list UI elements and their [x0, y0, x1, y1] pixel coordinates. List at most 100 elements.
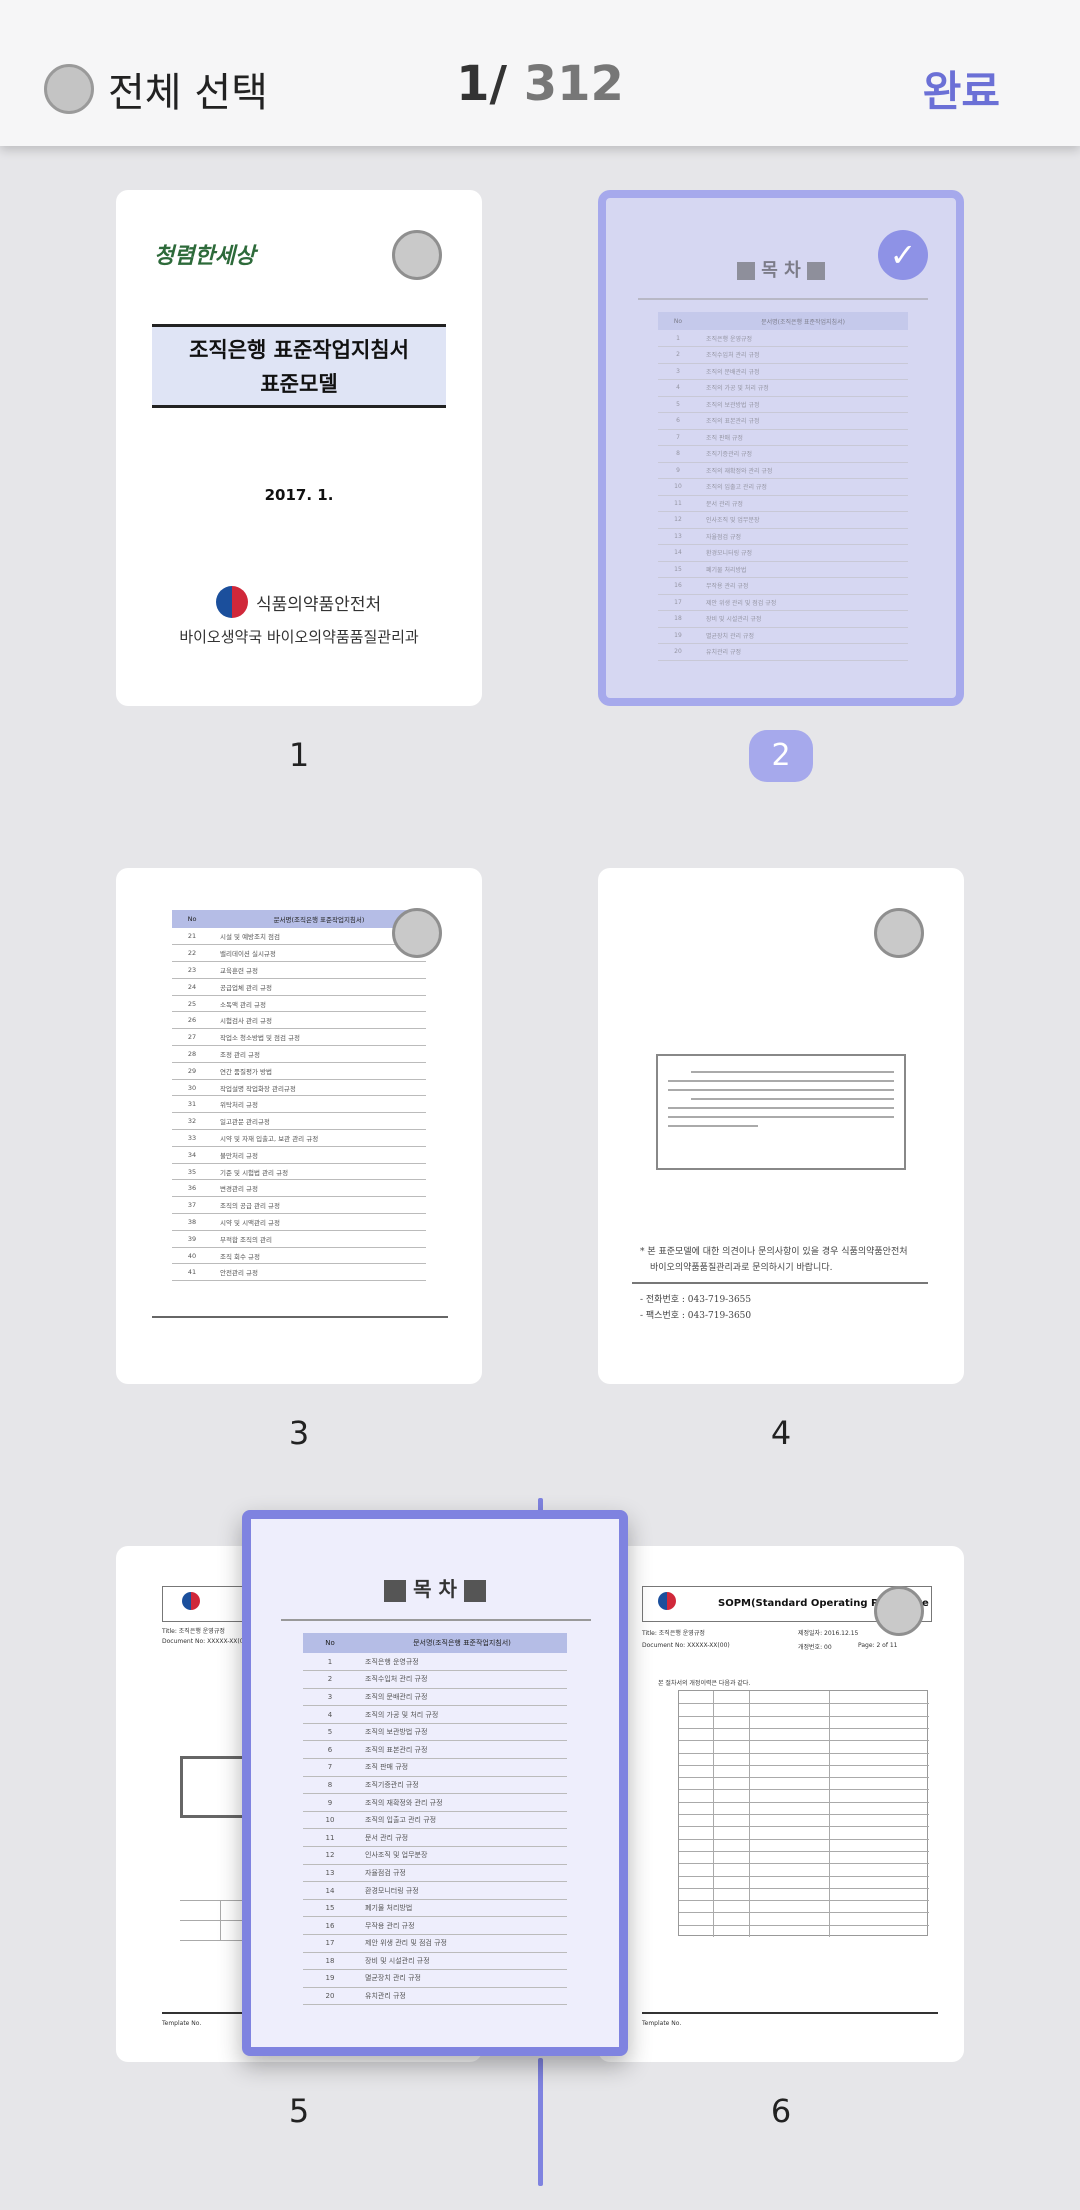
toc-row-number: 3 — [303, 1688, 357, 1707]
toc-row: 14 환경모니터링 규정 — [303, 1881, 567, 1900]
toc-row-title: 문서 관리 규정 — [698, 495, 908, 512]
toc-row-number: 38 — [172, 1213, 212, 1231]
toc-row: 1 조직은행 운영규정 — [658, 330, 908, 347]
toc-row-number: 31 — [172, 1095, 212, 1114]
toc-row-number: 32 — [172, 1112, 212, 1131]
toc-row: 12 인사조직 및 업무분장 — [303, 1846, 567, 1865]
toc-row: 3 조직의 문배관리 규정 — [303, 1688, 567, 1707]
done-button[interactable]: 완료 — [923, 58, 1000, 119]
page-select-circle-icon[interactable] — [392, 908, 442, 958]
sop-history-note: 본 절차서의 개정이력은 다음과 같다. — [658, 1680, 751, 1687]
notice-box — [656, 1054, 906, 1170]
toc-row-number: 25 — [172, 995, 212, 1013]
toc-row-number: 18 — [303, 1952, 357, 1971]
toc-row: 7 조직 판매 규정 — [303, 1758, 567, 1777]
toc-table: No 문서명(조직은행 표준작업지침서) 1 조직은행 운영규정 2 조직수입처 관리 … — [658, 312, 908, 661]
toc-row: 8 조직기증관리 규정 — [303, 1776, 567, 1795]
toc-row-number: 12 — [303, 1846, 357, 1865]
toc-row-number: 1 — [658, 330, 698, 347]
toc-row-number: 33 — [172, 1129, 212, 1147]
mfds-emblem-icon — [182, 1592, 200, 1610]
toc-row-title: 조직의 표본관리 규정 — [357, 1740, 567, 1760]
toc-row: 18 장비 및 시설관리 규정 — [658, 610, 908, 628]
sop-effective-label: 제정일자: 2016.12.15 — [798, 1630, 859, 1637]
toc-row-number: 37 — [172, 1196, 212, 1215]
toc-row-number: 4 — [303, 1705, 357, 1724]
toc-row: 30 작업설명 작업화장 관리규정 — [172, 1079, 426, 1097]
mfds-emblem-icon — [658, 1592, 676, 1610]
toc-row-title: 불만처리 규정 — [212, 1146, 426, 1164]
toc-row-number: 10 — [658, 478, 698, 496]
toc-row: 16 무작용 관리 규정 — [658, 577, 908, 595]
total-pages: 312 — [523, 56, 624, 112]
toc-row: 17 제안 위생 관리 및 점검 규정 — [303, 1934, 567, 1953]
toc-row-title: 조직의 보관방법 규정 — [357, 1723, 567, 1742]
toc-row-title: 공급업체 관리 규정 — [212, 978, 426, 996]
toc-row-number: 2 — [658, 346, 698, 364]
toc-row-title: 조직의 가공 및 처리 규정 — [698, 379, 908, 397]
sop-footer: Template No. — [642, 2020, 682, 2027]
toc-row: 12 인사조직 및 업무분장 — [658, 511, 908, 529]
page-thumbnail-1[interactable]: 청렴한세상 조직은행 표준작업지침서 표준모델 2017. 1. 식품의약품안전… — [116, 190, 482, 706]
toc-row-title: 제안 위생 관리 및 점검 규정 — [698, 594, 908, 611]
toc-row: 5 조직의 보관방법 규정 — [303, 1723, 567, 1742]
toc-row-title: 조직의 보관방법 규정 — [698, 396, 908, 413]
page-number-label: 4 — [770, 1414, 792, 1452]
page-select-circle-icon[interactable] — [874, 908, 924, 958]
toc-row-number: 19 — [658, 627, 698, 644]
toc-row-number: 36 — [172, 1179, 212, 1198]
notice-line-1: * 본 표준모델에 대한 의견이나 문의사항이 있을 경우 식품의약품안전처 — [640, 1247, 908, 1257]
doc-title-line1: 조직은행 표준작업지침서 — [189, 338, 409, 362]
toc-row-title: 멸균장치 관리 규정 — [357, 1969, 567, 1988]
dragged-page-thumbnail[interactable]: 목 차 No 문서명(조직은행 표준작업지침서) 1 조직은행 운영규정 2 조직수입처… — [242, 1510, 628, 2056]
page-thumbnail-6[interactable]: SOPM(Standard Operating Procedure Title:… — [598, 1546, 964, 2062]
page-select-circle-icon[interactable] — [874, 1586, 924, 1636]
page-thumbnail-3[interactable]: No 문서명(조직은행 표준작업지침서) 21 시설 및 예방조치 점검 22 밸리데이… — [116, 868, 482, 1384]
department-name: 바이오생약국 바이오의약품품질관리과 — [179, 628, 419, 646]
toc-row-title: 조직기증관리 규정 — [357, 1776, 567, 1795]
toc-row-number: 10 — [303, 1811, 357, 1830]
toc-row-title: 조직의 재확정와 관리 규정 — [698, 462, 908, 479]
toc-row-title: 환경모니터링 규정 — [698, 544, 908, 562]
toc-row-number: 30 — [172, 1079, 212, 1097]
page-select-circle-icon[interactable] — [392, 230, 442, 280]
toc-row: 2 조직수입처 관리 규정 — [658, 346, 908, 364]
toc-row-title: 자율점검 규정 — [357, 1864, 567, 1883]
toc-col-no: No — [172, 910, 212, 928]
toc-row-number: 1 — [303, 1653, 357, 1672]
toc-row: 21 시설 및 예방조치 점검 — [172, 928, 426, 946]
toc-row: 38 시약 및 시액관리 규정 — [172, 1213, 426, 1231]
toc-row: 32 일고관문 관리규정 — [172, 1112, 426, 1131]
toc-row-number: 27 — [172, 1028, 212, 1047]
toc-row-title: 조직은행 운영규정 — [357, 1653, 567, 1672]
toc-row-number: 8 — [658, 445, 698, 463]
toc-row: 5 조직의 보관방법 규정 — [658, 396, 908, 413]
toc-row-number: 8 — [303, 1776, 357, 1795]
toc-row-number: 6 — [303, 1740, 357, 1760]
toc-row-number: 7 — [303, 1758, 357, 1777]
page-thumbnail-4[interactable]: * 본 표준모델에 대한 의견이나 문의사항이 있을 경우 식품의약품안전처 바… — [598, 868, 964, 1384]
toc-row-title: 장비 및 시설관리 규정 — [357, 1952, 567, 1971]
toc-row-title: 연간 품질평가 방법 — [212, 1062, 426, 1080]
header-bar: 전체 선택 1/ 312 완료 — [0, 0, 1080, 146]
selected-check-icon[interactable]: ✓ — [878, 230, 928, 280]
toc-row-number: 20 — [303, 1987, 357, 2006]
page-thumbnail-2[interactable]: 목 차 ✓ No 문서명(조직은행 표준작업지침서) 1 조직은행 운영규정 2 조직수… — [598, 190, 964, 706]
sop-revision-label: 개정번호: 00 — [798, 1644, 832, 1651]
toc-row-number: 16 — [303, 1916, 357, 1935]
toc-table-continued: No 문서명(조직은행 표준작업지침서) 21 시설 및 예방조치 점검 22 밸리데이… — [172, 910, 426, 1282]
placeholder-box — [180, 1756, 250, 1818]
toc-row-number: 16 — [658, 577, 698, 595]
toc-row-number: 35 — [172, 1163, 212, 1181]
toc-row-number: 26 — [172, 1011, 212, 1030]
toc-col-no: No — [658, 312, 698, 330]
toc-row-number: 40 — [172, 1247, 212, 1265]
toc-row-number: 2 — [303, 1670, 357, 1689]
phone-number: - 전화번호 : 043-719-3655 — [640, 1295, 752, 1305]
toc-row-number: 22 — [172, 944, 212, 963]
toc-row: 13 자율점검 규정 — [303, 1864, 567, 1883]
toc-row-title: 작업소 청소방법 및 점검 규정 — [212, 1028, 426, 1047]
toc-row-number: 6 — [658, 412, 698, 430]
toc-row-title: 시약 및 시액관리 규정 — [212, 1213, 426, 1231]
toc-row: 14 환경모니터링 규정 — [658, 544, 908, 562]
